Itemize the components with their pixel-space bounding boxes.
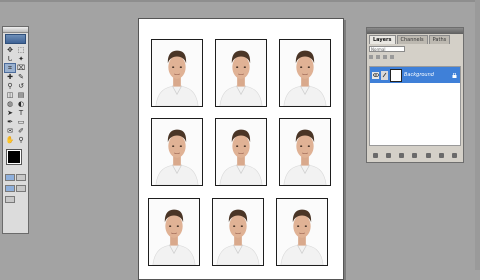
tools-palette: ✥ ⬚ ᒐ ✦ ⌗ ⌧ ✚ ✎ ⚲ ↺ ◫ ▤ ◍ ◐ ➤ T ✒ ▭ ✉ ✐ ✋ ⚲: [2, 26, 29, 234]
layer-style-icon[interactable]: [386, 152, 392, 158]
brush-tool-icon[interactable]: ✎: [16, 73, 26, 81]
clone-stamp-tool-icon[interactable]: ⚲: [5, 82, 15, 90]
move-tool-icon[interactable]: ✥: [5, 46, 15, 54]
layer-list: Background: [369, 66, 461, 146]
full-screen-menu-mode-button[interactable]: [16, 185, 26, 192]
lock-all-icon[interactable]: [390, 55, 394, 59]
top-strip: [0, 0, 480, 2]
passport-photo: [276, 198, 328, 266]
tools-palette-grip[interactable]: [3, 27, 28, 33]
passport-photo: [279, 39, 331, 107]
tool-grid: ✥ ⬚ ᒐ ✦ ⌗ ⌧ ✚ ✎ ⚲ ↺ ◫ ▤ ◍ ◐ ➤ T ✒ ▭ ✉ ✐ ✋ ⚲: [3, 45, 28, 145]
layer-thumbnail: [390, 68, 402, 82]
layer-options: Normal: [369, 45, 461, 53]
lock-transparency-icon[interactable]: [369, 55, 373, 59]
foreground-color-swatch[interactable]: [6, 149, 22, 165]
lock-icon: [452, 72, 457, 78]
layer-name[interactable]: Background: [404, 72, 450, 78]
notes-tool-icon[interactable]: ✉: [5, 127, 15, 135]
layer-mask-icon[interactable]: [399, 152, 405, 158]
trash-icon[interactable]: [451, 152, 457, 158]
shape-tool-icon[interactable]: ▭: [16, 118, 26, 126]
quick-mask-mode-button[interactable]: [16, 174, 26, 181]
document-canvas[interactable]: [138, 18, 344, 280]
passport-photo: [279, 118, 331, 186]
passport-photo: [212, 198, 264, 266]
new-group-icon[interactable]: [425, 152, 431, 158]
window-right-edge: [475, 0, 480, 270]
color-swatches: [5, 148, 27, 172]
passport-photo: [148, 198, 200, 266]
gradient-tool-icon[interactable]: ▤: [16, 91, 26, 99]
crop-tool-icon[interactable]: ⌗: [4, 63, 16, 73]
link-layers-icon[interactable]: [373, 152, 379, 158]
history-brush-tool-icon[interactable]: ↺: [16, 82, 26, 90]
adjustment-layer-icon[interactable]: [412, 152, 418, 158]
tab-channels[interactable]: Channels: [396, 35, 428, 44]
layer-row-background[interactable]: Background: [370, 67, 460, 83]
eye-icon[interactable]: [372, 71, 379, 79]
layers-palette: Layers Channels Paths Normal Background: [366, 27, 464, 163]
healing-brush-tool-icon[interactable]: ✚: [5, 73, 15, 81]
passport-photo: [151, 39, 203, 107]
eraser-tool-icon[interactable]: ◫: [5, 91, 15, 99]
brush-link-icon[interactable]: [381, 70, 388, 80]
zoom-tool-icon[interactable]: ⚲: [16, 136, 26, 144]
jump-to-imageready-button[interactable]: [5, 196, 15, 203]
pen-tool-icon[interactable]: ✒: [5, 118, 15, 126]
type-tool-icon[interactable]: T: [16, 109, 26, 117]
app-logo[interactable]: [5, 34, 26, 44]
passport-photo: [215, 39, 267, 107]
lock-image-icon[interactable]: [376, 55, 380, 59]
standard-mode-button[interactable]: [5, 174, 15, 181]
tab-paths[interactable]: Paths: [428, 35, 451, 44]
mode-buttons: [3, 172, 28, 183]
path-selection-tool-icon[interactable]: ➤: [5, 109, 15, 117]
layers-footer: [369, 151, 461, 159]
lock-options: [369, 54, 461, 60]
blur-tool-icon[interactable]: ◍: [5, 100, 15, 108]
passport-photo: [215, 118, 267, 186]
screen-mode-buttons: [3, 183, 28, 194]
jump-to-buttons: [3, 194, 28, 205]
slice-tool-icon[interactable]: ⌧: [16, 64, 26, 72]
magic-wand-tool-icon[interactable]: ✦: [16, 55, 26, 63]
marquee-tool-icon[interactable]: ⬚: [16, 46, 26, 54]
eyedropper-tool-icon[interactable]: ✐: [16, 127, 26, 135]
standard-screen-mode-button[interactable]: [5, 185, 15, 192]
tab-layers[interactable]: Layers: [369, 35, 396, 44]
passport-photo: [151, 118, 203, 186]
hand-tool-icon[interactable]: ✋: [5, 136, 15, 144]
new-layer-icon[interactable]: [438, 152, 444, 158]
blend-mode-select[interactable]: Normal: [369, 46, 405, 52]
lock-position-icon[interactable]: [383, 55, 387, 59]
palette-tabs: Layers Channels Paths: [367, 34, 463, 44]
lasso-tool-icon[interactable]: ᒐ: [5, 55, 15, 63]
dodge-tool-icon[interactable]: ◐: [16, 100, 26, 108]
